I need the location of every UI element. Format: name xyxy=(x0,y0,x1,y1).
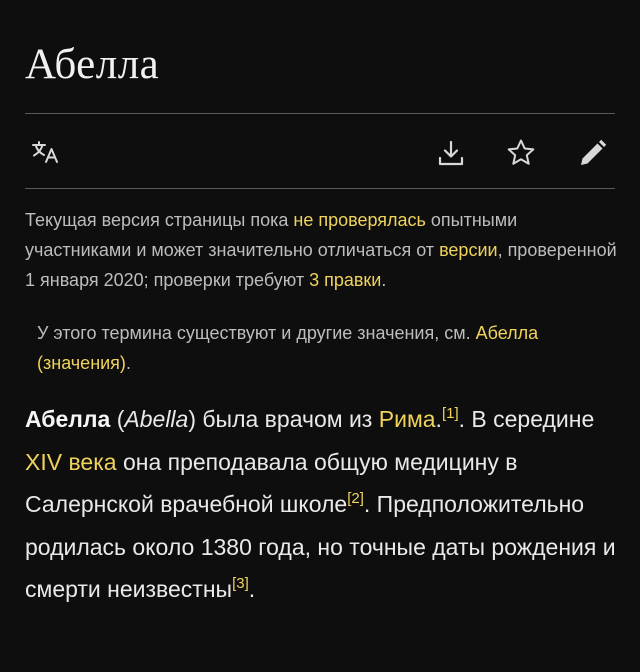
text-segment: ( xyxy=(110,406,125,432)
toolbar-divider xyxy=(25,188,615,189)
text-segment: ) была врачом из xyxy=(188,406,379,432)
download-icon xyxy=(438,140,464,166)
notice-text-1: Текущая версия страницы пока xyxy=(25,210,294,230)
reference-3[interactable]: [3] xyxy=(232,575,249,592)
text-segment: . В середине xyxy=(458,406,595,432)
revision-notice: Текущая версия страницы пока не проверял… xyxy=(25,205,620,295)
article-subject: Абелла xyxy=(25,406,111,432)
reference-3-label[interactable]: [3] xyxy=(232,575,249,592)
text-segment: . xyxy=(248,576,256,602)
pencil-icon xyxy=(581,139,607,165)
article-paragraph: Абелла (Abella) была врачом из Рима. [1].… xyxy=(25,398,625,611)
pending-edits-link[interactable]: 3 правки xyxy=(309,270,381,290)
reference-1-label[interactable]: [1] xyxy=(442,405,459,422)
hatnote-text: У этого термина существуют и другие знач… xyxy=(37,323,476,343)
star-icon xyxy=(507,139,535,165)
download-button[interactable] xyxy=(435,137,467,169)
reference-1[interactable]: [1] xyxy=(442,405,459,422)
translate-icon xyxy=(32,141,58,163)
language-button[interactable] xyxy=(29,137,61,169)
reference-2[interactable]: [2] xyxy=(347,490,364,507)
rome-link[interactable]: Рима xyxy=(379,406,436,432)
watch-star-button[interactable] xyxy=(505,137,537,169)
notice-text-4: . xyxy=(381,270,387,290)
reference-2-label[interactable]: [2] xyxy=(347,490,364,507)
edit-button[interactable] xyxy=(577,137,609,169)
page-title: Абелла xyxy=(25,41,160,88)
page-toolbar xyxy=(25,131,615,175)
version-link[interactable]: версии xyxy=(439,240,498,260)
title-divider xyxy=(25,113,615,114)
century-link[interactable]: XIV века xyxy=(25,449,117,475)
hatnote-end: . xyxy=(125,353,131,373)
not-reviewed-link[interactable]: не проверялась xyxy=(293,210,426,230)
disambiguation-hatnote: У этого термина существуют и другие знач… xyxy=(37,318,617,378)
latin-name: Abella xyxy=(124,406,189,432)
